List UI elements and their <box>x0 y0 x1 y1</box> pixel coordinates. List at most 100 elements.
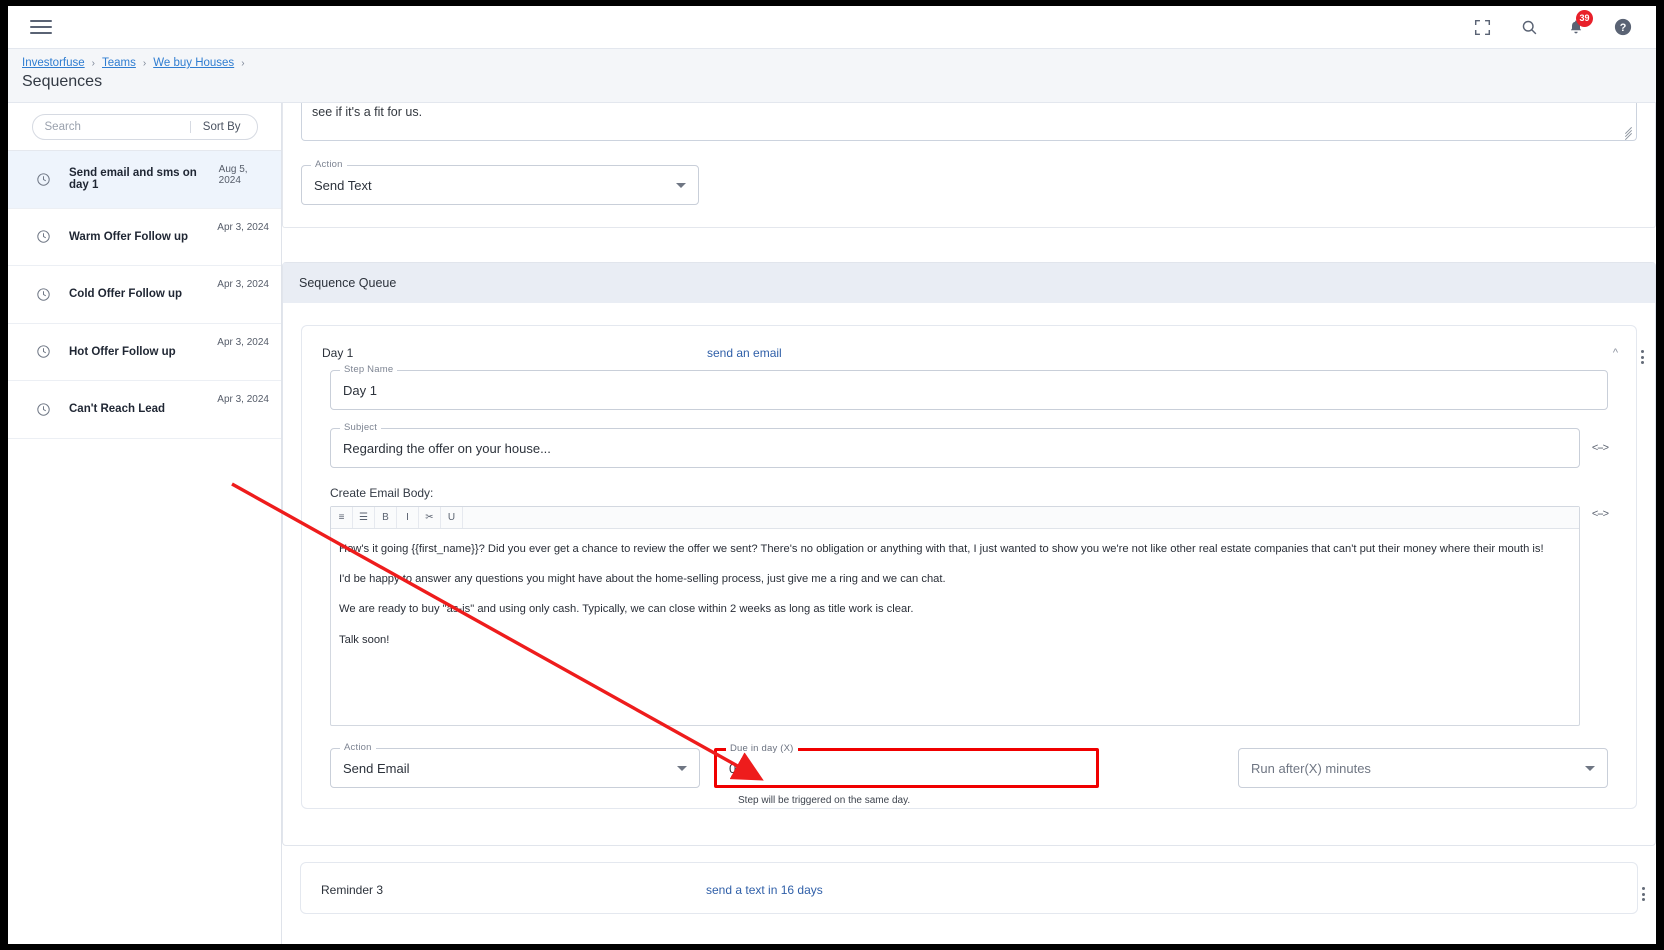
due-in-day-col: Due in day (X) 0 Step will be triggered … <box>714 743 1099 806</box>
previous-step-textarea[interactable]: see if it's a fit for us. <box>301 103 1637 141</box>
sidebar-search-row: Search Sort By <box>8 103 281 151</box>
list-item-label: Send email and sms on day 1 <box>69 167 197 192</box>
clock-icon <box>36 344 51 359</box>
list-item[interactable]: Send email and sms on day 1 Aug 5, 2024 <box>8 151 281 209</box>
email-body-text[interactable]: How's it going {{first_name}}? Did you e… <box>331 529 1579 725</box>
due-in-day-value: 0 <box>729 760 737 776</box>
email-body-label: Create Email Body: <box>330 486 434 500</box>
breadcrumb-separator: › <box>142 57 147 69</box>
step-name-label: Step Name <box>340 364 398 375</box>
previous-step-card: see if it's a fit for us. Action Send Te… <box>282 103 1656 228</box>
step-action-value: Send Email <box>343 760 410 776</box>
align-left-icon[interactable]: ≡ <box>331 507 353 528</box>
app-window: 39 ? Investorfuse › Teams › We buy House… <box>8 6 1656 944</box>
chevron-down-icon[interactable] <box>676 182 686 188</box>
email-paragraph: Talk soon! <box>339 633 390 646</box>
due-in-day-label: Due in day (X) <box>726 743 798 754</box>
email-body-editor-wrap: ≡ ☰ B I ✂ U How's it going {{first_name}}? Di… <box>330 506 1609 726</box>
chevron-down-icon[interactable] <box>677 765 687 771</box>
sequence-queue-header: Sequence Queue <box>283 263 1655 303</box>
step-action-select[interactable]: Action Send Email <box>330 742 700 788</box>
page-body: Search Sort By Send email and sms on day… <box>8 103 1656 944</box>
due-in-day-field[interactable]: Due in day (X) 0 <box>714 743 1099 788</box>
bullet-list-icon[interactable]: ☰ <box>353 507 375 528</box>
link-icon[interactable]: ✂ <box>419 507 441 528</box>
svg-text:?: ? <box>1620 22 1627 34</box>
italic-icon[interactable]: I <box>397 507 419 528</box>
top-bar-actions: 39 ? <box>1474 9 1640 36</box>
run-after-placeholder: Run after(X) minutes <box>1251 760 1371 776</box>
list-item-date: Apr 3, 2024 <box>217 279 269 290</box>
step-action-col: Action Send Email <box>330 742 700 788</box>
breadcrumb-item-we-buy-houses[interactable]: We buy Houses <box>153 57 234 69</box>
breadcrumb: Investorfuse › Teams › We buy Houses › <box>22 57 1656 69</box>
list-item-date: Apr 3, 2024 <box>217 221 269 233</box>
expand-icon[interactable] <box>1474 19 1491 36</box>
email-paragraph: I'd be happy to answer any questions you… <box>339 573 946 586</box>
code-brackets-icon[interactable]: <--> <box>1592 508 1609 520</box>
more-vertical-icon[interactable] <box>1641 350 1644 364</box>
clock-icon <box>36 287 51 302</box>
textarea-resize-handle[interactable] <box>1624 126 1633 141</box>
next-step-action-summary[interactable]: send a text in 16 days <box>706 883 823 897</box>
run-after-select[interactable]: Run after(X) minutes <box>1238 748 1608 788</box>
breadcrumb-item-teams[interactable]: Teams <box>102 57 136 69</box>
previous-step-action-select[interactable]: Action Send Text <box>301 159 699 205</box>
step-settings-row: Action Send Email Due in day (X) 0 Step … <box>330 742 1608 806</box>
email-paragraph: How's it going {{first_name}}? Did you e… <box>339 543 1544 555</box>
chevron-down-icon[interactable] <box>1585 765 1595 771</box>
more-vertical-icon[interactable] <box>1642 887 1645 901</box>
email-body-editor[interactable]: ≡ ☰ B I ✂ U How's it going {{first_name}}? Di… <box>330 506 1580 726</box>
bell-icon[interactable]: 39 <box>1568 9 1593 36</box>
clock-icon <box>36 402 51 417</box>
list-item-label: Hot Offer Follow up <box>69 345 176 358</box>
main-content: see if it's a fit for us. Action Send Te… <box>282 103 1656 944</box>
notification-badge: 39 <box>1576 9 1593 27</box>
run-after-col: Run after(X) minutes <box>1238 748 1608 788</box>
list-item[interactable]: Warm Offer Follow up Apr 3, 2024 <box>8 209 281 266</box>
step-action-summary[interactable]: send an email <box>707 346 782 360</box>
due-in-day-helper: Step will be triggered on the same day. <box>738 795 911 806</box>
subject-field[interactable]: Subject Regarding the offer on your hous… <box>330 422 1580 468</box>
help-circle-icon[interactable]: ? <box>1614 18 1632 36</box>
breadcrumb-item-investorfuse[interactable]: Investorfuse <box>22 57 85 69</box>
list-item-label: Cold Offer Follow up <box>69 288 183 301</box>
previous-step-action-value: Send Text <box>314 177 372 193</box>
step-header: Day 1 send an email ^ <box>316 342 1644 370</box>
step-name-field[interactable]: Step Name Day 1 <box>330 364 1608 410</box>
step-name-value: Day 1 <box>343 382 377 398</box>
next-step-day-label: Reminder 3 <box>321 883 384 897</box>
bold-icon[interactable]: B <box>375 507 397 528</box>
search-icon[interactable] <box>1521 19 1538 36</box>
subject-label: Subject <box>340 422 382 433</box>
step-card-reminder-3: Reminder 3 send a text in 16 days <box>300 862 1645 914</box>
previous-step-action-label: Action <box>311 159 347 170</box>
search-input[interactable]: Search <box>33 121 190 133</box>
subject-value: Regarding the offer on your house... <box>343 440 551 456</box>
list-item[interactable]: Can't Reach Lead Apr 3, 2024 <box>8 381 281 439</box>
list-item-date: Apr 3, 2024 <box>217 394 269 405</box>
next-step-header: Reminder 3 send a text in 16 days <box>315 879 1645 901</box>
clock-icon <box>36 229 51 244</box>
sort-by-button[interactable]: Sort By <box>189 120 257 133</box>
list-item-label: Warm Offer Follow up <box>69 230 189 243</box>
search-sort-pill: Search Sort By <box>31 113 258 140</box>
sequences-sidebar: Search Sort By Send email and sms on day… <box>8 103 282 944</box>
hamburger-icon[interactable] <box>30 16 52 38</box>
page-title: Sequences <box>22 73 103 90</box>
underline-icon[interactable]: U <box>441 507 463 528</box>
breadcrumb-separator: › <box>241 57 245 69</box>
editor-toolbar: ≡ ☰ B I ✂ U <box>331 507 1579 529</box>
step-card-day-1: Day 1 send an email ^ Step Name Day 1 Su… <box>301 325 1644 809</box>
list-item-label: Can't Reach Lead <box>69 403 166 416</box>
list-item[interactable]: Hot Offer Follow up Apr 3, 2024 <box>8 324 281 381</box>
code-brackets-icon[interactable]: <--> <box>1592 442 1609 454</box>
chevron-up-icon[interactable]: ^ <box>1613 347 1618 359</box>
list-item-date: Aug 5, 2024 <box>218 164 248 186</box>
sequence-list: Send email and sms on day 1 Aug 5, 2024 Wa… <box>8 151 281 439</box>
list-item[interactable]: Cold Offer Follow up Apr 3, 2024 <box>8 266 281 324</box>
subject-row: Subject Regarding the offer on your hous… <box>330 422 1609 468</box>
step-action-label: Action <box>340 742 376 753</box>
breadcrumb-separator: › <box>91 57 95 69</box>
previous-step-text: see if it's a fit for us. <box>312 105 423 119</box>
